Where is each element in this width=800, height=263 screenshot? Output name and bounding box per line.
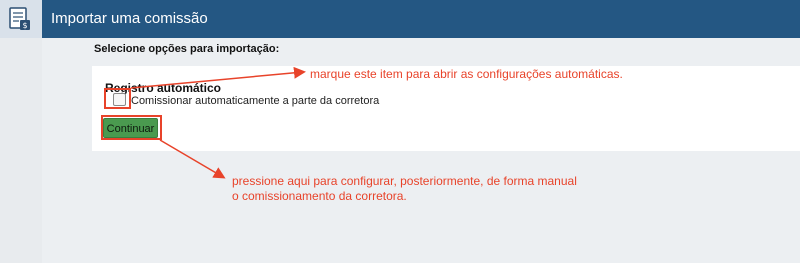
button-annotation-line1: pressione aqui para configurar, posterio… xyxy=(232,174,577,188)
annotation-arrows xyxy=(130,66,306,179)
button-annotation-line2: o comissionamento da corretora. xyxy=(232,189,407,203)
checkbox-annotation: marque este item para abrir as configura… xyxy=(310,67,623,81)
button-arrow xyxy=(159,139,226,179)
button-annotation: pressione aqui para configurar, posterio… xyxy=(232,174,577,204)
checkbox-arrow xyxy=(130,66,306,89)
